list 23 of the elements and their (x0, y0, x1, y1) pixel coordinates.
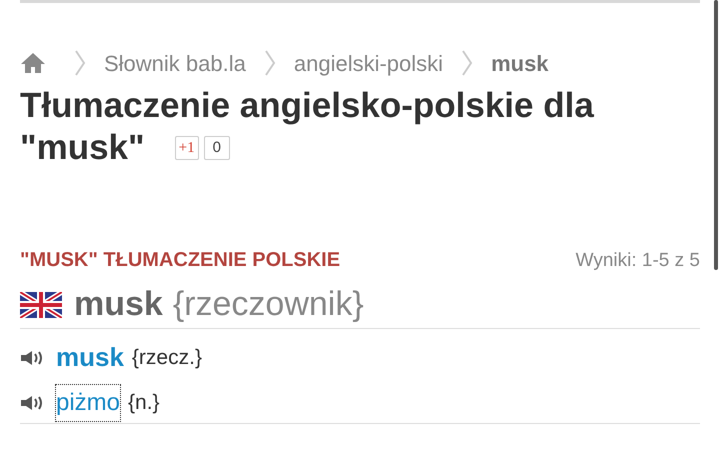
page-title: Tłumaczenie angielsko-polskie dla (20, 85, 594, 127)
speaker-icon[interactable] (20, 350, 44, 366)
breadcrumb-link[interactable]: Słownik bab.la (104, 46, 246, 80)
breadcrumb-link[interactable]: musk (491, 46, 549, 80)
page-title: "musk" (20, 127, 145, 169)
speaker-icon[interactable] (20, 394, 44, 410)
section-title: "MUSK" TŁUMACZENIE POLSKIE (20, 248, 340, 273)
part-of-speech: {rzeczownik} (172, 284, 364, 325)
translation-link[interactable]: piżmo (56, 384, 120, 420)
chevron-icon (461, 50, 474, 76)
plus-one-button[interactable]: +1 (174, 136, 199, 160)
plus-one-count: 0 (204, 136, 230, 160)
home-icon[interactable] (20, 52, 46, 74)
breadcrumb-link[interactable]: angielski-polski (294, 46, 444, 80)
flag-icon (20, 292, 62, 318)
headword: musk (74, 284, 163, 325)
chevron-icon (74, 50, 86, 76)
chevron-icon (264, 50, 276, 76)
scrollbar[interactable] (714, 0, 718, 270)
results-count: Wyniki: 1-5 z 5 (576, 248, 700, 272)
part-of-speech: {n.} (128, 390, 160, 416)
part-of-speech: {rzecz.} (132, 344, 202, 371)
translation-link[interactable]: musk (56, 338, 124, 377)
